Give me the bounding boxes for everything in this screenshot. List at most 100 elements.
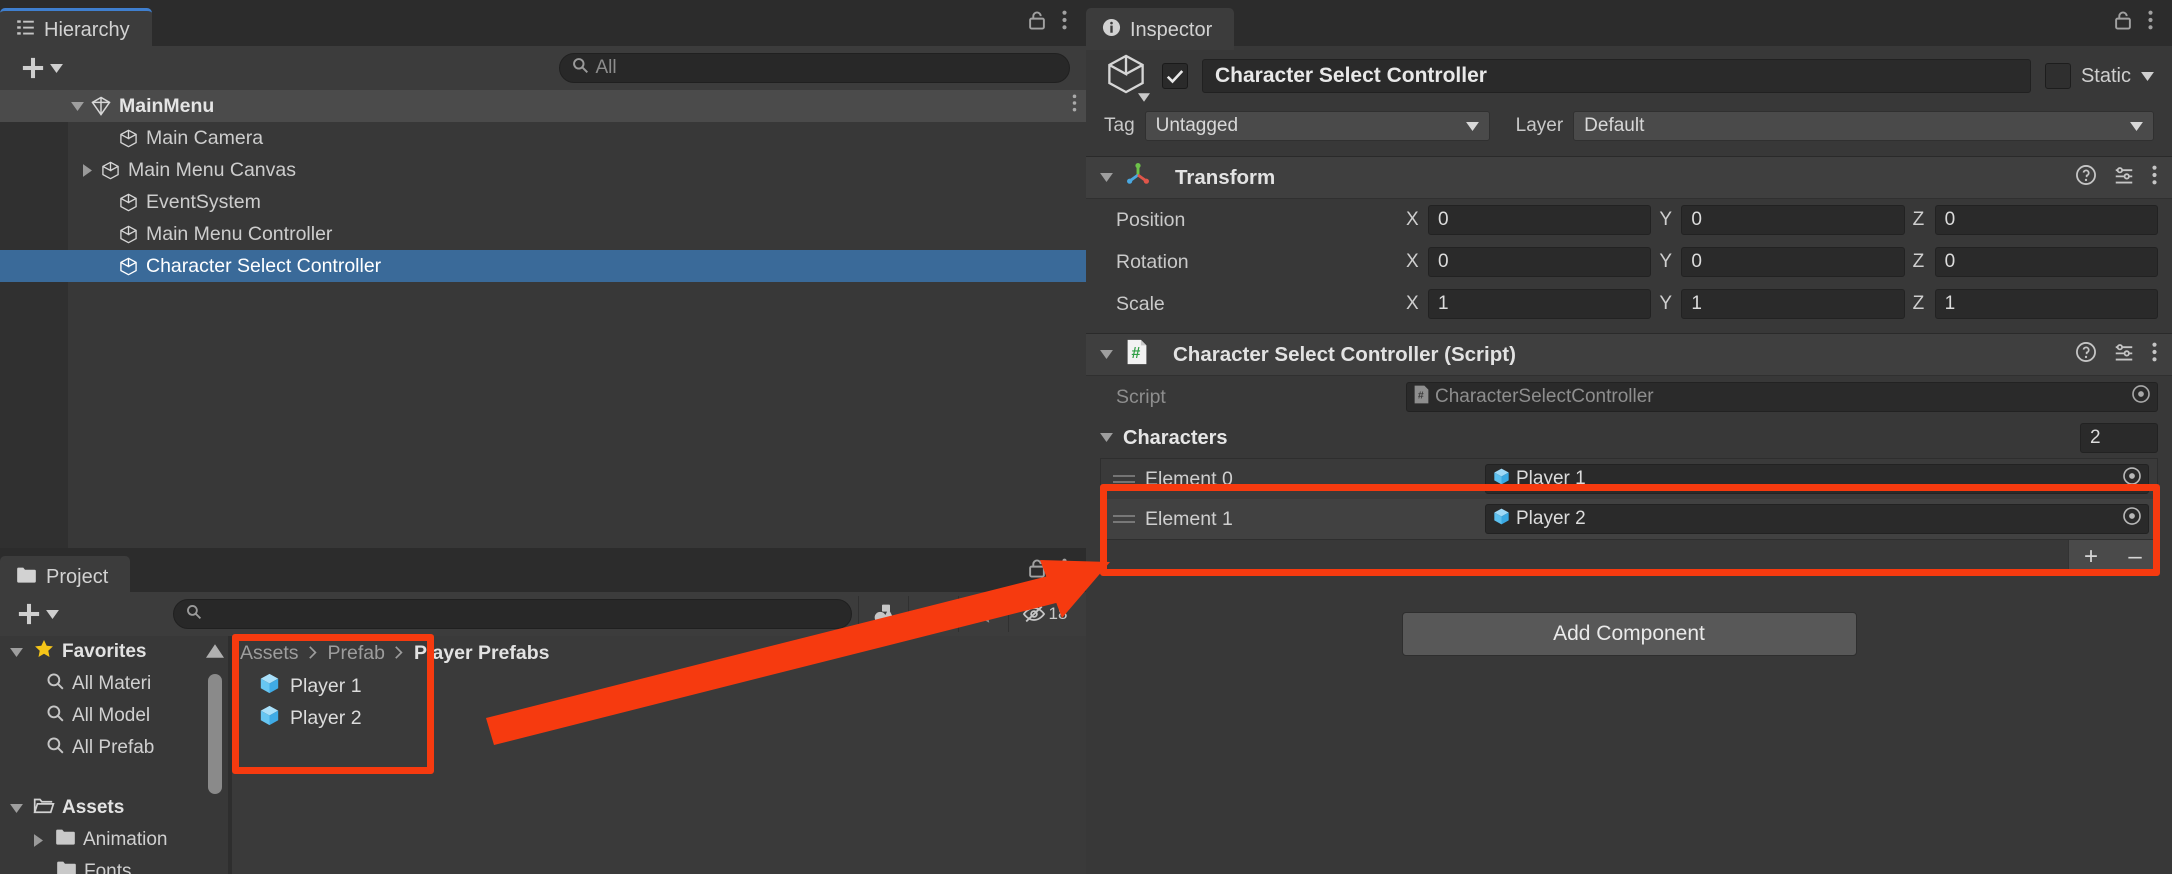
kebab-menu-icon[interactable] (1071, 93, 1078, 119)
filter-by-label-icon[interactable] (908, 596, 958, 632)
kebab-menu-icon[interactable] (1061, 557, 1068, 584)
rotation-z-field[interactable]: 0 (1934, 247, 2158, 277)
array-element-row[interactable]: Element 1 Player 2 (1101, 499, 2157, 539)
transform-rotation-row: Rotation X0 Y0 Z0 (1086, 241, 2172, 283)
hierarchy-row-character-select-controller[interactable]: Character Select Controller (0, 250, 1086, 282)
drag-handle-icon[interactable] (1113, 475, 1135, 483)
project-tree-fonts[interactable]: Fonts (0, 856, 228, 874)
drag-handle-icon[interactable] (1113, 515, 1135, 523)
axis-label-z: Z (1912, 293, 1925, 314)
static-control[interactable]: Static (2044, 63, 2154, 89)
lock-icon[interactable] (1027, 557, 1047, 584)
help-icon[interactable] (2075, 164, 2097, 191)
kebab-menu-icon[interactable] (2151, 164, 2158, 191)
hierarchy-toolbar: All (0, 46, 1086, 90)
scale-x-field[interactable]: 1 (1428, 289, 1652, 319)
prefab-icon (1492, 467, 1511, 492)
rotation-x-field[interactable]: 0 (1428, 247, 1652, 277)
twirl-right-icon[interactable] (28, 833, 48, 847)
lock-icon[interactable] (1027, 9, 1047, 36)
project-tree-animation[interactable]: Animation (0, 824, 228, 856)
position-y-field[interactable]: 0 (1681, 205, 1905, 235)
axis-label-x: X (1406, 251, 1419, 272)
kebab-menu-icon[interactable] (2151, 341, 2158, 368)
twirl-down-icon[interactable] (1100, 429, 1113, 447)
twirl-down-icon[interactable] (1100, 346, 1113, 364)
layer-dropdown[interactable]: Default (1573, 111, 2154, 141)
kebab-menu-icon[interactable] (1061, 9, 1068, 36)
kebab-menu-icon[interactable] (2147, 9, 2154, 36)
hierarchy-row-eventsystem[interactable]: EventSystem (0, 186, 1086, 218)
position-z-field[interactable]: 0 (1934, 205, 2158, 235)
twirl-right-icon[interactable] (78, 163, 96, 177)
element-0-object-field[interactable]: Player 1 (1485, 464, 2149, 494)
project-tree-scrollbar[interactable] (208, 674, 222, 794)
script-object-field[interactable]: # CharacterSelectController (1406, 382, 2158, 412)
breadcrumb-assets[interactable]: Assets (240, 642, 299, 665)
object-picker-icon[interactable] (2122, 506, 2142, 532)
script-component-header[interactable]: # Character Select Controller (Script) (1086, 334, 2172, 376)
hierarchy-row-main-menu-controller[interactable]: Main Menu Controller (0, 218, 1086, 250)
element-1-object-field[interactable]: Player 2 (1485, 504, 2149, 534)
hierarchy-icon (16, 18, 35, 43)
gameobject-enabled-checkbox[interactable] (1162, 63, 1188, 89)
lock-icon[interactable] (2113, 9, 2133, 36)
preset-icon[interactable] (2113, 341, 2135, 368)
object-picker-icon[interactable] (2122, 466, 2142, 492)
gameobject-icon (118, 256, 139, 277)
project-tree-all-prefabs[interactable]: All Prefab (0, 732, 228, 764)
inspector-panel: Inspector Character Select Controller St… (1086, 0, 2172, 874)
hierarchy-row-mainmenu[interactable]: MainMenu (0, 90, 1086, 122)
add-component-button[interactable]: Add Component (1401, 612, 1857, 656)
tag-dropdown[interactable]: Untagged (1144, 111, 1490, 141)
breadcrumb-prefab[interactable]: Prefab (328, 642, 385, 665)
project-filter-icons: 18 (858, 596, 1080, 632)
hierarchy-row-main-camera[interactable]: Main Camera (0, 122, 1086, 154)
static-checkbox[interactable] (2044, 63, 2071, 89)
help-icon[interactable] (2075, 341, 2097, 368)
prefab-icon (258, 704, 281, 733)
project-search-input[interactable] (173, 599, 852, 629)
preset-icon[interactable] (2113, 164, 2135, 191)
scale-y-field[interactable]: 1 (1681, 289, 1905, 319)
tab-hierarchy[interactable]: Hierarchy (0, 8, 152, 50)
twirl-down-icon[interactable] (6, 803, 26, 813)
search-icon (46, 736, 65, 761)
project-tree-favorites[interactable]: Favorites (0, 636, 228, 668)
asset-list-item-player-2[interactable]: Player 2 (232, 702, 1086, 734)
scroll-up-arrow-icon[interactable] (206, 644, 224, 663)
tab-project[interactable]: Project (0, 556, 131, 596)
scene-icon (90, 95, 112, 117)
tab-inspector[interactable]: Inspector (1086, 8, 1235, 50)
filter-by-type-icon[interactable] (858, 596, 908, 632)
rotation-y-field[interactable]: 0 (1681, 247, 1905, 277)
array-element-row[interactable]: Element 0 Player 1 (1101, 459, 2157, 499)
array-add-button[interactable]: + (2069, 540, 2113, 573)
project-tree-all-materials[interactable]: All Materi (0, 668, 228, 700)
asset-label: Player 2 (290, 706, 362, 729)
twirl-down-icon[interactable] (1100, 169, 1113, 187)
project-tree-label: Fonts (84, 861, 132, 874)
twirl-down-icon[interactable] (6, 647, 26, 657)
favorites-star-icon[interactable] (958, 596, 1008, 632)
twirl-down-icon[interactable] (68, 101, 86, 111)
create-gameobject-button[interactable] (10, 55, 73, 81)
object-picker-icon[interactable] (2131, 384, 2151, 410)
characters-array-size-field[interactable]: 2 (2080, 423, 2158, 453)
transform-header[interactable]: Transform (1086, 157, 2172, 199)
gameobject-name-field[interactable]: Character Select Controller (1202, 59, 2031, 93)
create-asset-button[interactable] (6, 601, 69, 627)
characters-array-header[interactable]: Characters 2 (1086, 418, 2172, 458)
array-remove-button[interactable]: – (2113, 540, 2157, 573)
hierarchy-row-main-menu-canvas[interactable]: Main Menu Canvas (0, 154, 1086, 186)
scale-z-field[interactable]: 1 (1934, 289, 2158, 319)
breadcrumb-player-prefabs[interactable]: Player Prefabs (414, 642, 550, 665)
project-tree-all-models[interactable]: All Model (0, 700, 228, 732)
chevron-down-icon (1138, 92, 1150, 102)
asset-list-item-player-1[interactable]: Player 1 (232, 670, 1086, 702)
position-x-field[interactable]: 0 (1428, 205, 1652, 235)
hidden-packages-toggle[interactable]: 18 (1008, 596, 1080, 632)
project-tree-assets[interactable]: Assets (0, 792, 228, 824)
hierarchy-search-input[interactable]: All (558, 53, 1070, 83)
transform-position-row: Position X0 Y0 Z0 (1086, 199, 2172, 241)
